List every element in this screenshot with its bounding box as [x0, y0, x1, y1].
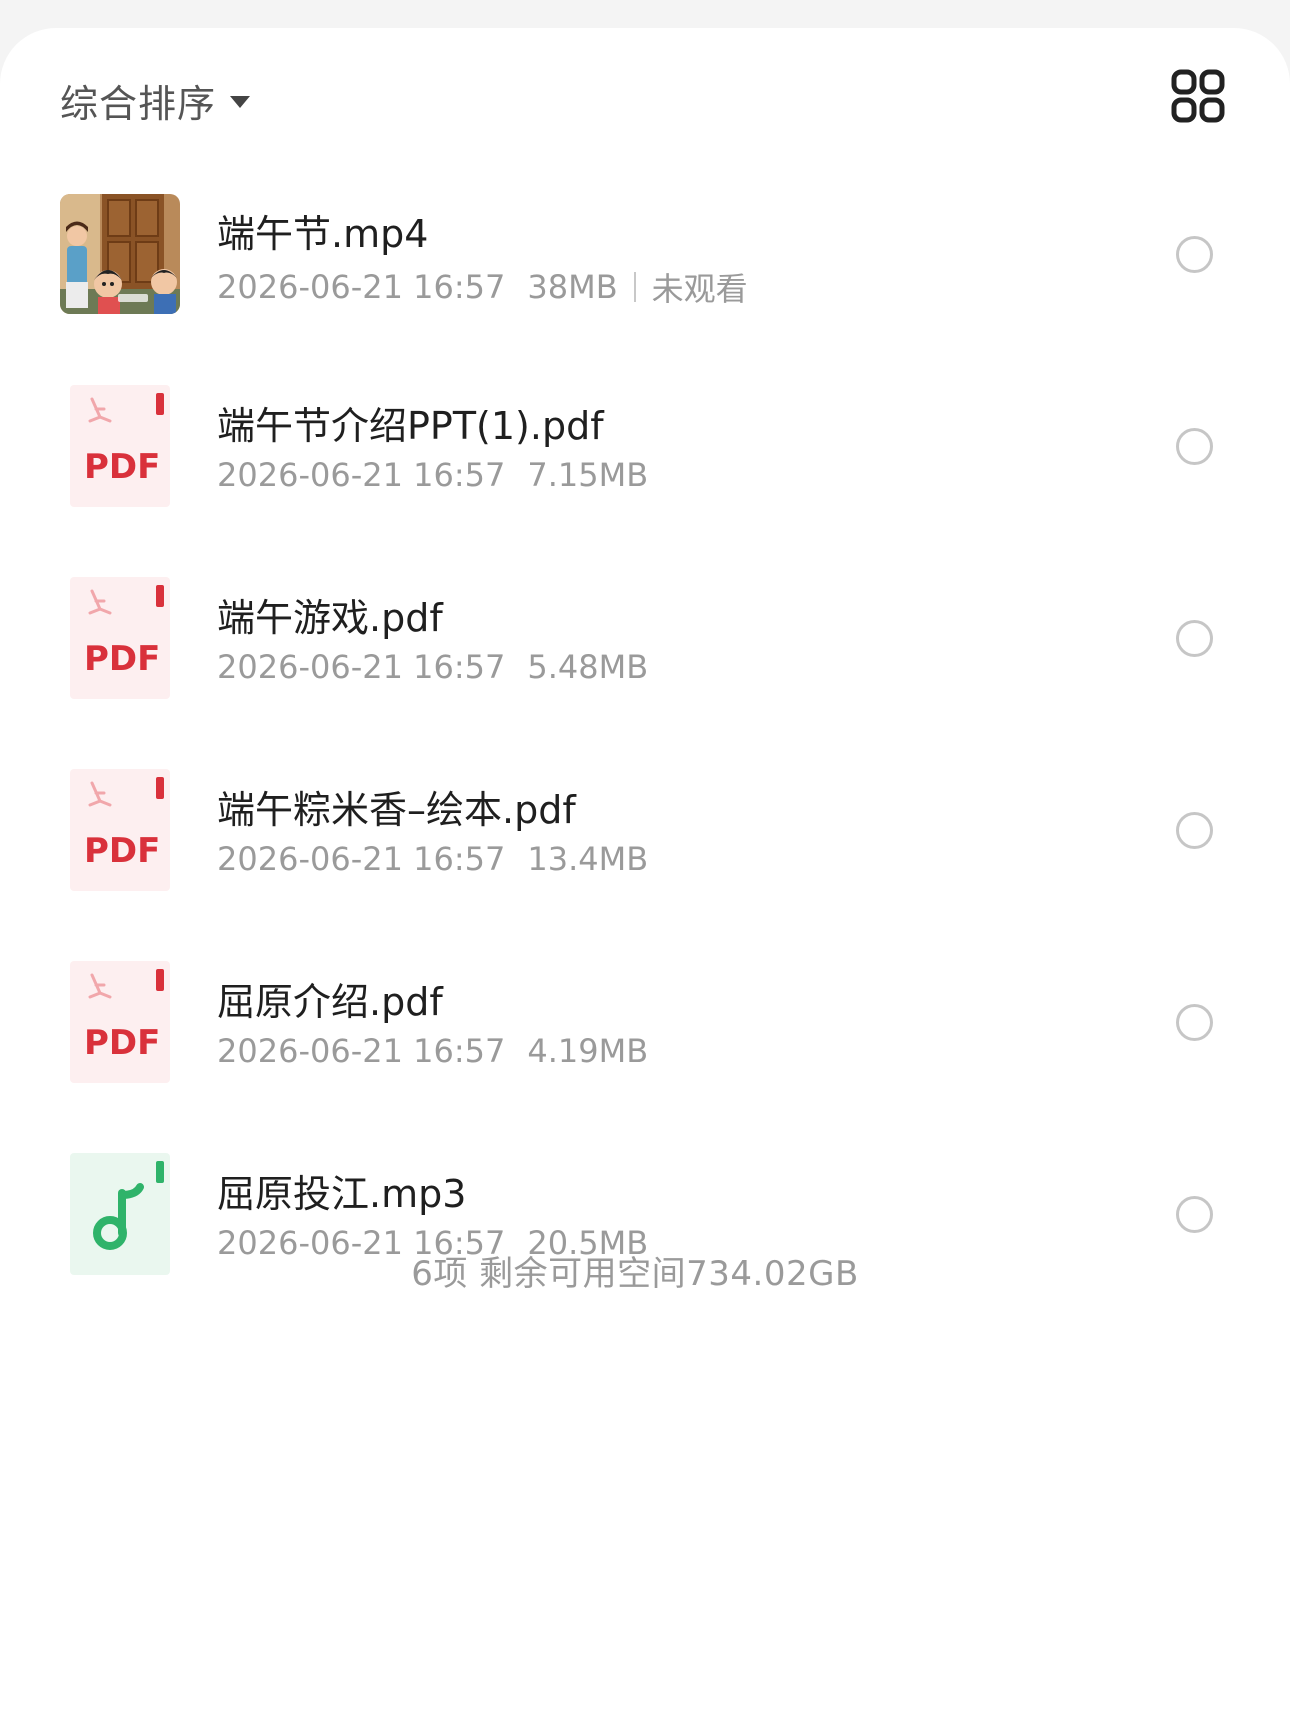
- file-date: 2026-06-21 16:57: [217, 1032, 506, 1070]
- pdf-label: PDF: [84, 447, 160, 487]
- file-list: 端午节.mp4 2026-06-21 16:57 38MB 未观看 PDF 端午…: [0, 163, 1290, 1315]
- file-meta: 2026-06-21 16:57 38MB 未观看: [217, 264, 748, 310]
- select-radio[interactable]: [1176, 620, 1213, 657]
- file-meta: 2026-06-21 16:57 13.4MB: [217, 840, 648, 878]
- file-row[interactable]: PDF 端午节介绍PPT(1).pdf 2026-06-21 16:57 7.1…: [0, 355, 1290, 547]
- select-radio[interactable]: [1176, 428, 1213, 465]
- file-name: 端午粽米香–绘本.pdf: [217, 788, 576, 832]
- file-meta: 2026-06-21 16:57 7.15MB: [217, 456, 648, 494]
- file-row[interactable]: PDF 端午游戏.pdf 2026-06-21 16:57 5.48MB: [0, 547, 1290, 739]
- file-row[interactable]: 端午节.mp4 2026-06-21 16:57 38MB 未观看: [0, 163, 1290, 355]
- file-size: 13.4MB: [527, 840, 649, 878]
- file-meta: 2026-06-21 16:57 5.48MB: [217, 648, 648, 686]
- pdf-label: PDF: [84, 831, 160, 871]
- pdf-file-icon: PDF: [70, 385, 170, 507]
- sort-dropdown[interactable]: 综合排序: [60, 70, 251, 130]
- select-radio[interactable]: [1176, 1004, 1213, 1041]
- sort-label: 综合排序: [60, 81, 217, 126]
- file-date: 2026-06-21 16:57: [217, 268, 506, 306]
- pdf-file-icon: PDF: [70, 577, 170, 699]
- pdf-label: PDF: [84, 1023, 160, 1063]
- file-row[interactable]: PDF 屈原介绍.pdf 2026-06-21 16:57 4.19MB: [0, 931, 1290, 1123]
- video-thumbnail: [60, 194, 180, 314]
- file-date: 2026-06-21 16:57: [217, 456, 506, 494]
- watch-status: 未观看: [651, 270, 748, 308]
- toolbar: 综合排序: [0, 28, 1290, 163]
- select-radio[interactable]: [1176, 812, 1213, 849]
- file-date: 2026-06-21 16:57: [217, 648, 506, 686]
- file-name: 屈原介绍.pdf: [217, 980, 443, 1024]
- file-size: 4.19MB: [527, 1032, 649, 1070]
- file-meta: 2026-06-21 16:57 4.19MB: [217, 1032, 648, 1070]
- grid-view-button[interactable]: [1170, 68, 1226, 124]
- select-radio[interactable]: [1176, 236, 1213, 273]
- pdf-file-icon: PDF: [70, 769, 170, 891]
- file-list-sheet: 综合排序 端午节.mp4 2026-06-21 16:57 38MB 未观看 P…: [0, 28, 1290, 1720]
- file-date: 2026-06-21 16:57: [217, 840, 506, 878]
- meta-divider: [633, 272, 636, 302]
- file-name: 端午节介绍PPT(1).pdf: [217, 404, 604, 448]
- file-size: 7.15MB: [527, 456, 649, 494]
- file-size: 5.48MB: [527, 648, 649, 686]
- file-name: 端午游戏.pdf: [217, 596, 443, 640]
- select-radio[interactable]: [1176, 1196, 1213, 1233]
- grid-view-icon: [1171, 69, 1225, 123]
- pdf-label: PDF: [84, 639, 160, 679]
- pdf-file-icon: PDF: [70, 961, 170, 1083]
- file-size: 38MB: [527, 268, 618, 306]
- caret-down-icon: [230, 96, 251, 108]
- file-name: 屈原投江.mp3: [217, 1172, 467, 1216]
- file-row[interactable]: PDF 端午粽米香–绘本.pdf 2026-06-21 16:57 13.4MB: [0, 739, 1290, 931]
- file-name: 端午节.mp4: [217, 212, 429, 256]
- storage-summary: 6项 剩余可用空间734.02GB: [411, 1254, 859, 1294]
